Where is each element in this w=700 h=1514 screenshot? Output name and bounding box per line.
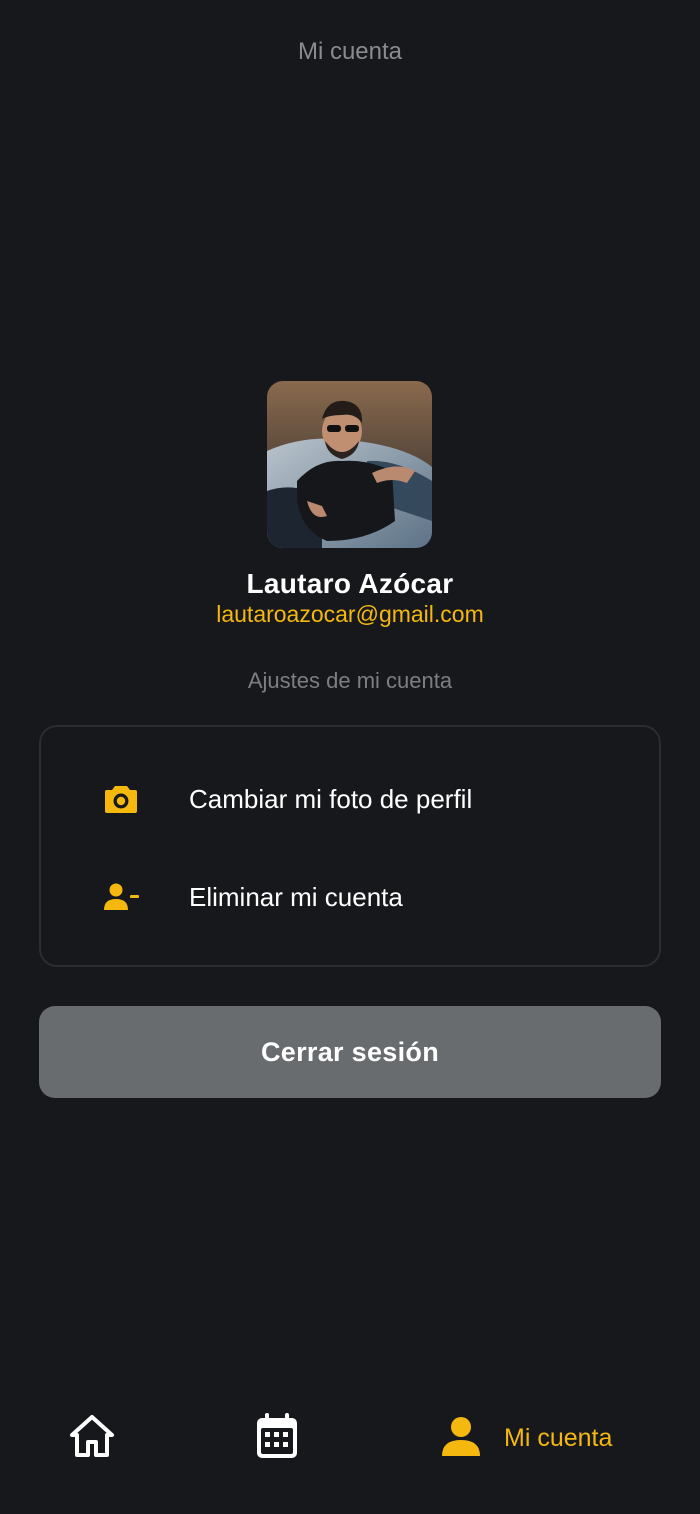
calendar-icon: [255, 1412, 299, 1465]
avatar: [267, 381, 432, 548]
delete-account-label: Eliminar mi cuenta: [189, 881, 403, 912]
home-icon: [69, 1414, 115, 1463]
nav-item-home[interactable]: [69, 1414, 115, 1463]
nav-item-account[interactable]: Mi cuenta: [442, 1416, 612, 1461]
change-photo-button[interactable]: Cambiar mi foto de perfil: [41, 764, 659, 834]
change-photo-label: Cambiar mi foto de perfil: [189, 783, 473, 814]
settings-card: Cambiar mi foto de perfil Eliminar mi cu…: [39, 725, 661, 967]
camera-icon: [103, 781, 139, 817]
profile-name: Lautaro Azócar: [246, 568, 454, 599]
logout-button[interactable]: Cerrar sesión: [39, 1006, 661, 1098]
person-remove-icon: [103, 879, 139, 915]
settings-section-label: Ajustes de mi cuenta: [247, 668, 453, 693]
nav-item-calendar[interactable]: [255, 1412, 299, 1465]
person-icon: [442, 1416, 480, 1461]
bottom-navigation: Mi cuenta: [0, 1390, 700, 1490]
profile-email: lautaroazocar@gmail.com: [216, 601, 484, 627]
delete-account-button[interactable]: Eliminar mi cuenta: [41, 862, 659, 932]
page-title: Mi cuenta: [297, 38, 403, 65]
nav-account-label: Mi cuenta: [504, 1424, 613, 1452]
